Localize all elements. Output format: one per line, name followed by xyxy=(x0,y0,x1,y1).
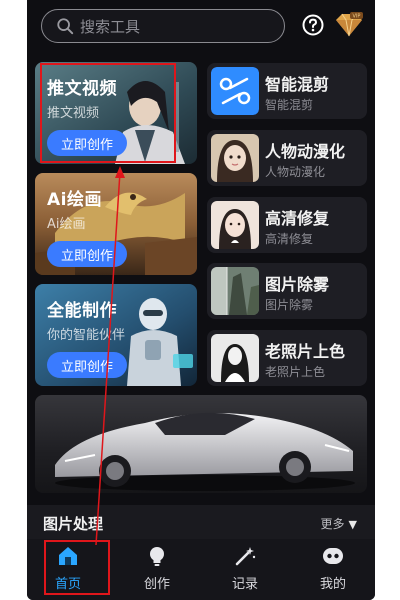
tool-anime-portrait[interactable]: 人物动漫化 人物动漫化 xyxy=(207,130,367,186)
tool-desc: 智能混剪 xyxy=(265,98,314,112)
colorize-thumbnail xyxy=(211,334,259,382)
create-now-button[interactable]: 立即创作 xyxy=(47,352,127,378)
section-title: 图片处理 xyxy=(43,515,104,533)
scissors-icon xyxy=(211,67,259,115)
search-icon xyxy=(57,18,74,35)
nav-item-home[interactable]: 首页 xyxy=(38,545,98,593)
search-placeholder: 搜索工具 xyxy=(80,17,141,36)
hd-restore-thumbnail xyxy=(211,201,259,249)
app-screen: 搜索工具 VIP 推文视频 推文视频 立即创作 Ai绘画 Ai绘画 立即创作 全… xyxy=(27,0,375,600)
tool-name: 智能混剪 xyxy=(265,75,330,94)
bottom-nav: 首页 创作 记录 我的 xyxy=(27,539,375,600)
tool-dehaze[interactable]: 图片除雾 图片除雾 xyxy=(207,263,367,319)
anime-portrait-thumbnail xyxy=(211,134,259,182)
promo-banner-car[interactable] xyxy=(35,395,367,493)
tool-hd-restore[interactable]: 高清修复 高清修复 xyxy=(207,197,367,253)
tool-desc: 人物动漫化 xyxy=(265,165,326,179)
feature-card-all-in-one[interactable]: 全能制作 你的智能伙伴 立即创作 xyxy=(35,284,197,386)
image-processing-section: 图片处理 更多 ▼ xyxy=(27,505,375,539)
tool-colorize[interactable]: 老照片上色 老照片上色 xyxy=(207,330,367,386)
create-now-button[interactable]: 立即创作 xyxy=(47,241,127,267)
nav-label: 创作 xyxy=(143,577,170,592)
profile-face-icon xyxy=(323,548,343,564)
feature-title: 推文视频 xyxy=(47,79,117,99)
help-icon[interactable] xyxy=(302,14,324,36)
tool-name: 人物动漫化 xyxy=(265,142,346,161)
tool-desc: 老照片上色 xyxy=(265,365,326,379)
nav-item-create[interactable]: 创作 xyxy=(127,545,187,593)
nav-label: 记录 xyxy=(231,577,258,592)
tool-desc: 高清修复 xyxy=(265,232,314,246)
feature-subtitle: 推文视频 xyxy=(47,106,100,121)
search-input[interactable]: 搜索工具 xyxy=(41,9,285,43)
nav-item-records[interactable]: 记录 xyxy=(215,545,275,593)
feature-card-ai-painting[interactable]: Ai绘画 Ai绘画 立即创作 xyxy=(35,173,197,275)
feature-title: 全能制作 xyxy=(47,301,117,321)
top-bar: 搜索工具 VIP xyxy=(27,0,375,56)
feature-title: Ai绘画 xyxy=(47,190,102,210)
home-icon xyxy=(59,547,77,565)
dehaze-thumbnail xyxy=(211,267,259,315)
tool-name: 老照片上色 xyxy=(265,342,346,361)
vip-diamond-icon[interactable]: VIP xyxy=(334,12,364,38)
feature-card-tweet-video[interactable]: 推文视频 推文视频 立即创作 xyxy=(35,62,197,164)
feature-subtitle: Ai绘画 xyxy=(47,217,86,232)
tool-smart-mix[interactable]: 智能混剪 智能混剪 xyxy=(207,63,367,119)
tool-name: 高清修复 xyxy=(265,209,330,228)
more-link[interactable]: 更多 ▼ xyxy=(321,515,357,532)
chevron-down-icon: ▼ xyxy=(348,518,357,531)
svg-text:VIP: VIP xyxy=(353,14,361,20)
sports-car-image xyxy=(55,412,355,491)
nav-label: 首页 xyxy=(54,577,81,592)
lightbulb-icon xyxy=(150,547,164,566)
tool-desc: 图片除雾 xyxy=(265,298,314,312)
feature-subtitle: 你的智能伙伴 xyxy=(47,328,126,343)
magic-wand-icon xyxy=(235,547,256,566)
nav-label: 我的 xyxy=(319,577,346,592)
tool-name: 图片除雾 xyxy=(265,275,330,294)
nav-item-profile[interactable]: 我的 xyxy=(303,545,363,593)
create-now-button[interactable]: 立即创作 xyxy=(47,130,127,156)
more-label: 更多 xyxy=(320,517,345,531)
